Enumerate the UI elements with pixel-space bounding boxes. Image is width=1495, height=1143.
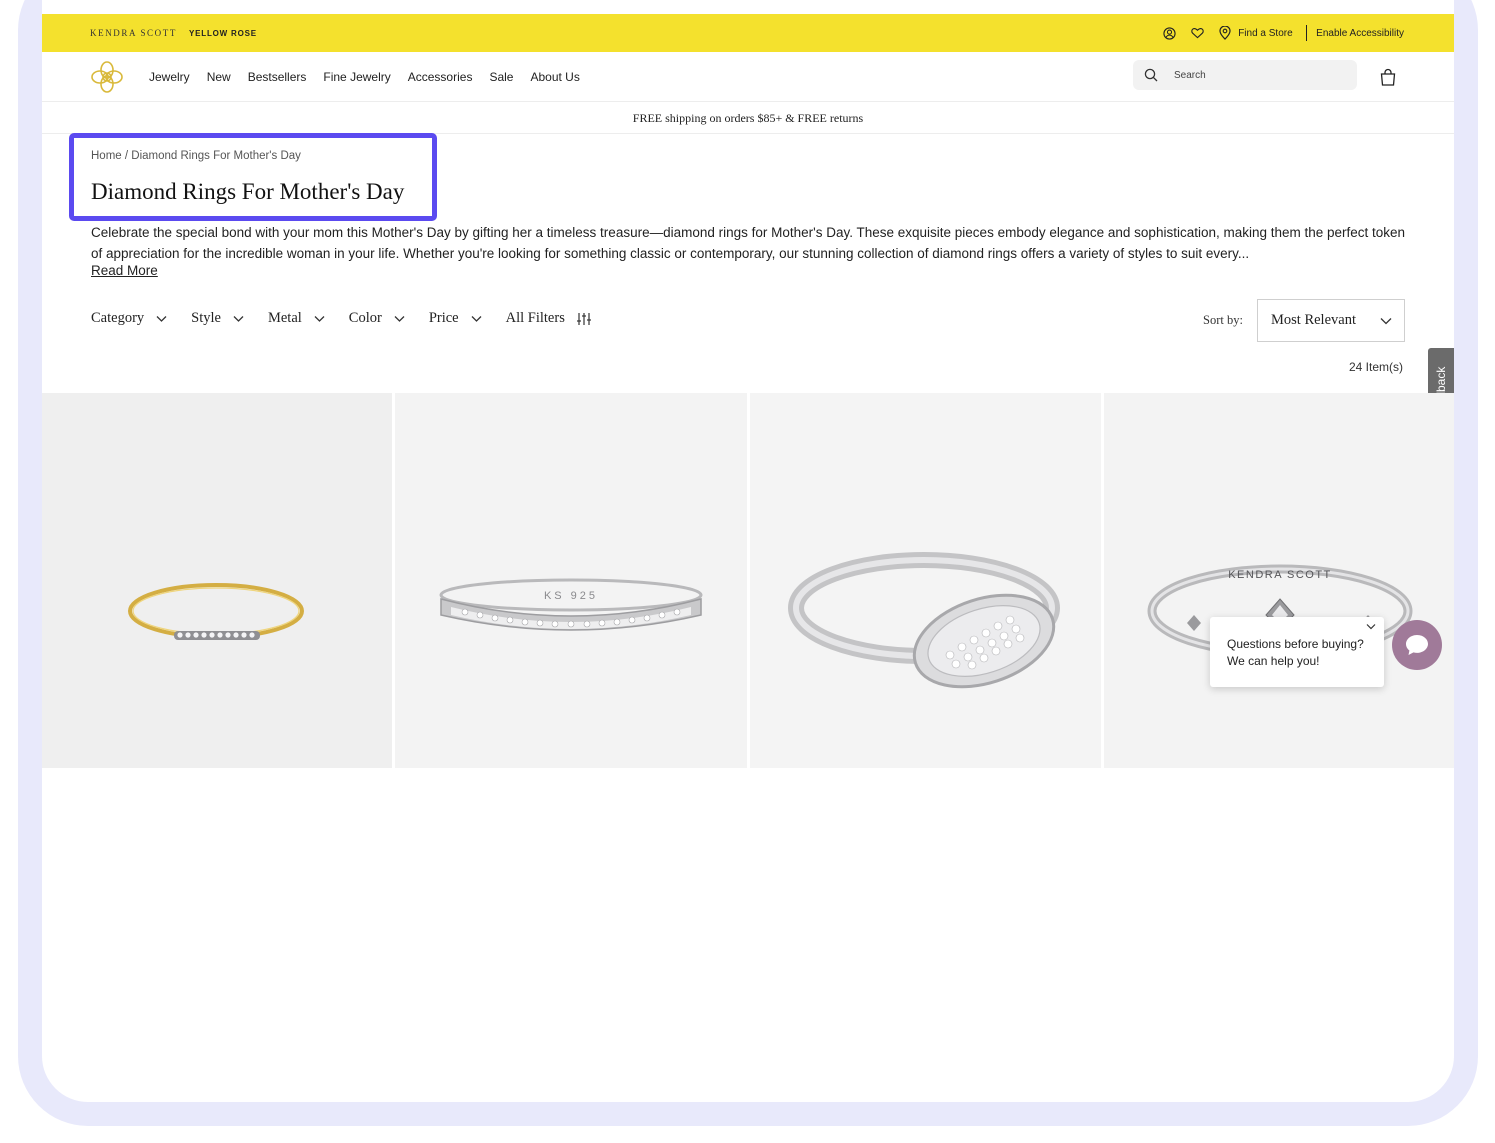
search-icon xyxy=(1144,68,1158,82)
search-placeholder: Search xyxy=(1174,69,1206,81)
chevron-down-icon xyxy=(1380,318,1392,325)
nav-item-bestsellers[interactable]: Bestsellers xyxy=(248,70,307,84)
sort-value: Most Relevant xyxy=(1271,312,1356,328)
chevron-down-icon xyxy=(471,315,482,322)
browser-viewport: KENDRA SCOTT YELLOW ROSE Find a Store En… xyxy=(42,0,1454,1102)
enable-accessibility-link[interactable]: Enable Accessibility xyxy=(1316,28,1404,39)
items-count: 24 Item(s) xyxy=(1349,360,1404,374)
shipping-promo-banner: FREE shipping on orders $85+ & FREE retu… xyxy=(42,102,1454,134)
page-title: Diamond Rings For Mother's Day xyxy=(91,179,405,204)
wishlist-heart-icon[interactable] xyxy=(1190,26,1204,40)
chat-launcher-button[interactable] xyxy=(1392,620,1442,670)
filter-price[interactable]: Price xyxy=(429,310,482,327)
ring-image xyxy=(788,552,1060,689)
nav-item-new[interactable]: New xyxy=(207,70,231,84)
nav-item-sale[interactable]: Sale xyxy=(489,70,513,84)
yellow-rose-wordmark[interactable]: YELLOW ROSE xyxy=(189,29,257,38)
all-filters-button[interactable]: All Filters xyxy=(506,310,592,327)
chat-prompt-message: Questions before buying? We can help you… xyxy=(1227,637,1364,668)
read-more-link[interactable]: Read More xyxy=(91,263,158,278)
product-card-silver-pave-signet[interactable] xyxy=(750,393,1101,768)
chat-prompt-bubble[interactable]: Questions before buying? We can help you… xyxy=(1210,617,1384,687)
chevron-down-icon xyxy=(156,315,167,322)
filter-label: Style xyxy=(191,310,221,326)
ring-image: KENDRA SCOTT xyxy=(1147,564,1413,658)
product-card-silver-pave-band[interactable]: KS 925 xyxy=(395,393,747,768)
highlight-annotation xyxy=(69,133,437,221)
product-card-silver-logo-ring[interactable]: KENDRA SCOTT xyxy=(1104,393,1454,768)
main-navigation: Jewelry New Bestsellers Fine Jewelry Acc… xyxy=(42,52,1454,102)
search-input[interactable]: Search xyxy=(1133,60,1357,90)
category-description: Celebrate the special bond with your mom… xyxy=(91,225,1406,261)
chevron-down-icon xyxy=(394,315,405,322)
sliders-icon xyxy=(576,312,591,325)
filter-label: Category xyxy=(91,310,145,326)
ring-image: KS 925 xyxy=(439,578,703,631)
chevron-down-icon xyxy=(233,315,244,322)
nav-item-about-us[interactable]: About Us xyxy=(530,70,579,84)
utility-bar: KENDRA SCOTT YELLOW ROSE Find a Store En… xyxy=(42,14,1454,52)
ring-engraving: KS 925 xyxy=(544,590,598,602)
utility-links: Find a Store Enable Accessibility xyxy=(1148,25,1404,41)
ring-image xyxy=(128,583,304,640)
chat-icon xyxy=(1406,635,1428,655)
location-pin-icon[interactable] xyxy=(1218,26,1232,40)
sort-by-label: Sort by: xyxy=(1203,313,1243,327)
nav-item-jewelry[interactable]: Jewelry xyxy=(149,70,190,84)
filter-metal[interactable]: Metal xyxy=(268,310,325,327)
filter-category[interactable]: Category xyxy=(91,310,167,327)
utility-divider xyxy=(1305,25,1308,41)
kendra-scott-wordmark[interactable]: KENDRA SCOTT xyxy=(90,28,177,38)
filter-label: Color xyxy=(348,310,382,326)
filter-bar: Category Style Metal Color Price All Fil… xyxy=(91,310,592,327)
breadcrumb[interactable]: Home / Diamond Rings For Mother's Day xyxy=(91,150,301,162)
account-icon[interactable] xyxy=(1162,26,1176,40)
filter-color[interactable]: Color xyxy=(349,310,405,327)
product-grid: KS 925 KENDRA SCOTT xyxy=(42,393,1454,768)
ring-engraving: KENDRA SCOTT xyxy=(1228,569,1332,581)
chevron-down-icon xyxy=(314,315,325,322)
sort-dropdown[interactable]: Most Relevant xyxy=(1257,299,1405,342)
filter-style[interactable]: Style xyxy=(191,310,244,327)
filter-label: Price xyxy=(428,310,459,326)
filter-label: Metal xyxy=(267,310,302,326)
find-a-store-link[interactable]: Find a Store xyxy=(1238,28,1292,39)
nav-links: Jewelry New Bestsellers Fine Jewelry Acc… xyxy=(149,70,597,84)
kendra-scott-logo-icon[interactable] xyxy=(90,60,124,94)
chevron-down-icon[interactable] xyxy=(1366,623,1376,631)
nav-item-accessories[interactable]: Accessories xyxy=(408,70,473,84)
all-filters-label: All Filters xyxy=(505,310,565,326)
nav-item-fine-jewelry[interactable]: Fine Jewelry xyxy=(323,70,390,84)
shopping-bag-icon[interactable] xyxy=(1380,68,1398,86)
product-card-gold-diamond-band[interactable] xyxy=(42,393,392,768)
